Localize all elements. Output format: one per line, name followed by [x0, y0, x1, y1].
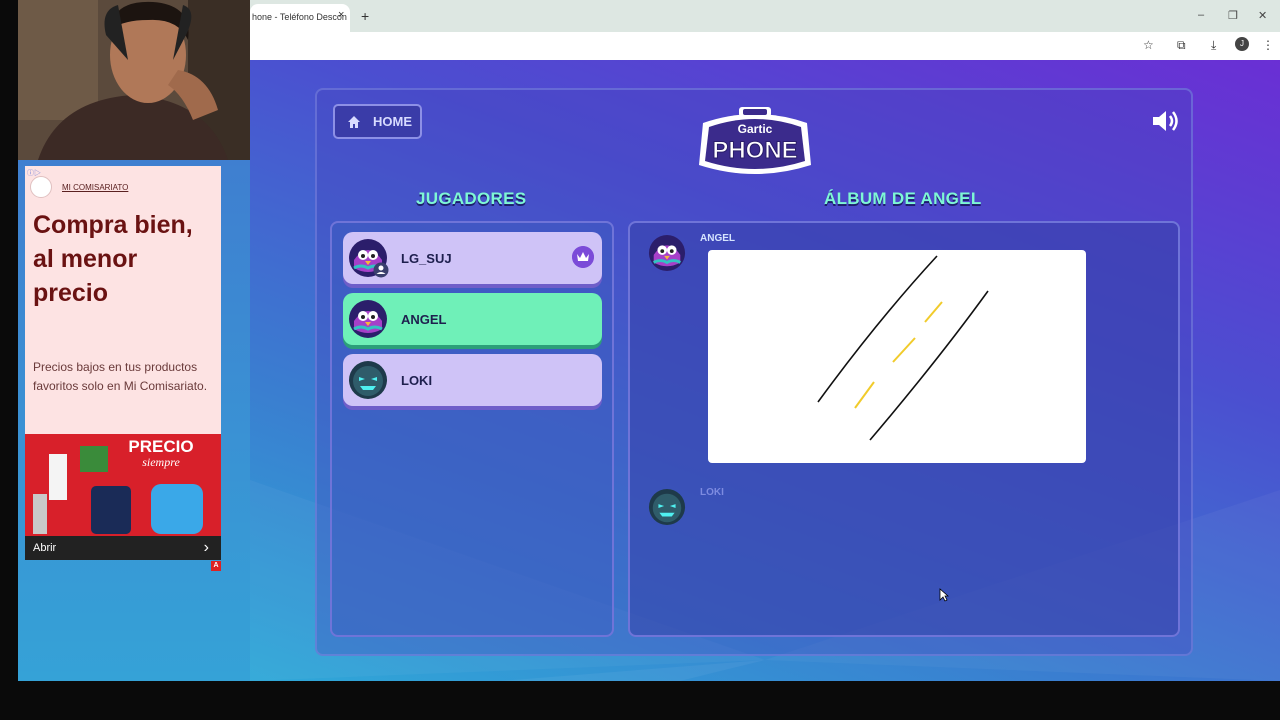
ad-image-subtitle: siempre: [142, 455, 180, 469]
chevron-right-icon: ›: [203, 539, 209, 556]
webcam-feed: [18, 0, 250, 160]
player-name: LOKI: [401, 372, 433, 388]
ad-badge[interactable]: A: [211, 561, 221, 571]
star-icon[interactable]: ☆: [1143, 38, 1154, 52]
menu-icon[interactable]: ⋮: [1262, 38, 1274, 52]
player-row-loki[interactable]: LOKI: [343, 354, 602, 406]
ad-headline: Compra bien, al menor precio: [33, 211, 193, 307]
tab-close-icon[interactable]: ×: [338, 9, 344, 21]
ad-brand[interactable]: MI COMISARIATO: [62, 183, 128, 192]
bird-avatar-icon: [349, 300, 387, 338]
ad-image-title: PRECIO: [128, 437, 193, 456]
ad-cta-label: Abrir: [33, 542, 57, 554]
player-row-lg-suj[interactable]: LG_SUJ: [343, 232, 602, 284]
player-name: ANGEL: [401, 311, 447, 327]
monster-avatar-icon: [349, 361, 387, 399]
player-name: LG_SUJ: [401, 250, 452, 266]
drawing-canvas: [708, 250, 1086, 463]
ad-brand-row: MI COMISARIATO: [30, 176, 128, 198]
restore-icon[interactable]: ❐: [1228, 9, 1238, 22]
mouse-cursor-icon: [939, 588, 949, 602]
album-entry-name: LOKI: [700, 487, 724, 498]
home-icon: [348, 115, 360, 128]
tab-strip: hone - Teléfono Descon × + – ❐ ✕: [250, 0, 1280, 32]
monster-avatar-icon: [648, 488, 686, 526]
tab-title: hone - Teléfono Descon: [252, 12, 347, 22]
extensions-icon[interactable]: ⧉: [1177, 38, 1186, 53]
logo-bottom-text: PHONE: [712, 137, 797, 164]
home-button[interactable]: HOME: [333, 104, 422, 139]
home-label: HOME: [373, 114, 412, 129]
user-badge-icon: [373, 262, 389, 278]
album-entry-name: ANGEL: [700, 233, 735, 244]
ad-open-button[interactable]: Abrir ›: [25, 536, 221, 560]
logo-top-text: Gartic: [738, 122, 773, 136]
new-tab-button[interactable]: +: [361, 8, 369, 24]
minimize-icon[interactable]: –: [1198, 9, 1204, 21]
download-icon[interactable]: ⤓: [1211, 38, 1216, 53]
player-row-angel[interactable]: ANGEL: [343, 293, 602, 345]
drawing: [817, 255, 989, 441]
close-window-icon[interactable]: ✕: [1258, 9, 1267, 22]
browser-window: hone - Teléfono Descon × + – ❐ ✕ ☆ ⧉ ⤓ J…: [250, 0, 1280, 60]
crown-icon: [572, 246, 594, 268]
ad-body: Precios bajos en tus productos favoritos…: [33, 360, 208, 393]
players-title: JUGADORES: [416, 189, 527, 208]
advertisement[interactable]: MI COMISARIATO Compra bien, al menor pre…: [25, 166, 221, 560]
sound-icon[interactable]: [1151, 108, 1181, 134]
ad-image[interactable]: PRECIO siempre: [25, 434, 221, 538]
browser-tab[interactable]: hone - Teléfono Descon: [250, 4, 350, 32]
ad-info-icon[interactable]: ⓘ▷: [27, 168, 41, 178]
brand-logo-icon: [30, 176, 52, 198]
gartic-phone-logo: Gartic PHONE: [695, 103, 815, 178]
screen: hone - Teléfono Descon × + – ❐ ✕ ☆ ⧉ ⤓ J…: [0, 0, 1280, 720]
bird-avatar-icon: [648, 234, 686, 272]
profile-avatar[interactable]: J: [1235, 37, 1249, 51]
album-title: ÁLBUM DE ANGEL: [824, 189, 982, 208]
browser-toolbar: ☆ ⧉ ⤓ J ⋮: [250, 32, 1280, 60]
